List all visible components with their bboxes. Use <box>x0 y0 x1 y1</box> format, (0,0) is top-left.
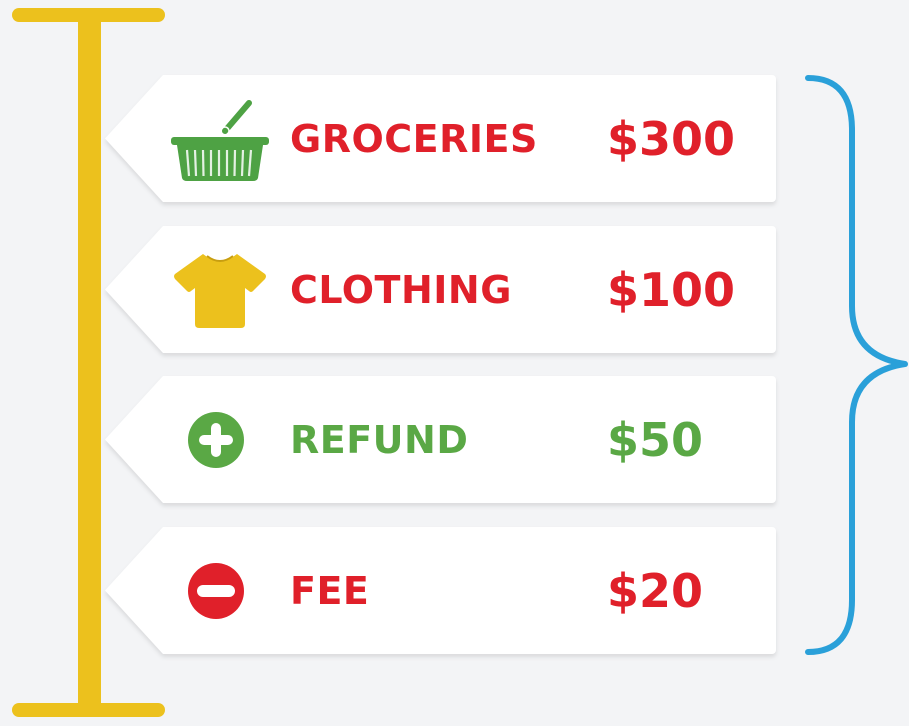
item-amount: $50 <box>607 412 704 467</box>
transaction-card-fee: FEE $20 <box>105 527 776 654</box>
grouping-brace <box>805 75 908 655</box>
minus-circle-icon <box>187 562 245 620</box>
timeline-bottom-cap <box>12 703 165 717</box>
basket-icon <box>167 93 275 183</box>
item-amount: $100 <box>607 262 736 317</box>
transaction-card-refund: REFUND $50 <box>105 376 776 503</box>
transaction-card-clothing: CLOTHING $100 <box>105 226 776 353</box>
item-label: REFUND <box>290 417 469 462</box>
timeline-bar <box>78 14 101 712</box>
item-label: GROCERIES <box>290 116 538 161</box>
item-amount: $300 <box>607 111 736 166</box>
item-label: FEE <box>290 568 370 613</box>
plus-circle-icon <box>187 411 245 469</box>
shirt-icon <box>171 248 269 330</box>
item-amount: $20 <box>607 563 704 618</box>
item-label: CLOTHING <box>290 267 512 312</box>
transaction-card-groceries: GROCERIES $300 <box>105 75 776 202</box>
